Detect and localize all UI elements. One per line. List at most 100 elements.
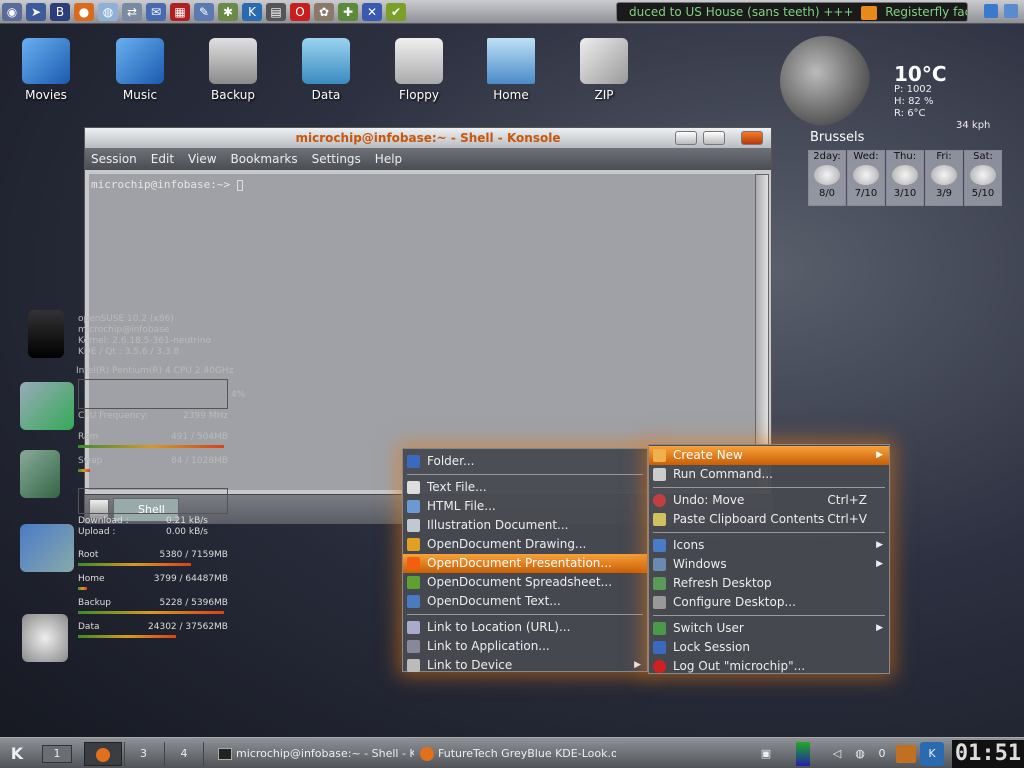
icons-item[interactable]: Icons ▶	[649, 536, 889, 555]
terminal-scrollbar[interactable]	[755, 174, 769, 490]
firefox-icon	[420, 747, 434, 761]
switch-user-item[interactable]: Switch User ▶	[649, 619, 889, 638]
refresh-desktop-item[interactable]: Refresh Desktop	[649, 574, 889, 593]
globe-icon[interactable]: ◍	[850, 742, 870, 766]
task-firefox[interactable]: FutureTech GreyBlue KDE-Look.or	[420, 742, 616, 766]
desktop-2-button[interactable]: 2	[84, 742, 122, 766]
close-button[interactable]	[741, 131, 763, 145]
create-folder-item[interactable]: Folder...	[403, 452, 647, 471]
weather-widget[interactable]: 10°C P: 1002 H: 82 % R: 6°C 34 kph Bruss…	[780, 30, 1002, 208]
menu-bookmarks[interactable]: Bookmarks	[231, 152, 298, 166]
create-link-location-item[interactable]: Link to Location (URL)...	[403, 618, 647, 637]
calendar-icon[interactable]: ▦	[170, 2, 190, 21]
konsole-menubar: Session Edit View Bookmarks Settings Hel…	[85, 148, 771, 170]
minimize-button[interactable]	[675, 131, 697, 145]
cursor	[236, 179, 243, 191]
create-text-document-item[interactable]: OpenDocument Text...	[403, 592, 647, 611]
disk-row: Backup 5228 / 5396MB	[78, 598, 228, 609]
menu-help[interactable]: Help	[375, 152, 402, 166]
menu-label: Log Out "microchip"...	[673, 659, 806, 673]
cloudy-icon	[780, 36, 870, 126]
run-command-item[interactable]: Run Command...	[649, 465, 889, 484]
menu-view[interactable]: View	[188, 152, 216, 166]
desktop-icon-movies[interactable]: Movies	[6, 38, 86, 102]
konqueror-icon[interactable]: ◉	[2, 2, 22, 21]
film-icon[interactable]: ▤	[266, 2, 286, 21]
menu-label: Windows	[673, 557, 727, 571]
weather-icon	[814, 165, 840, 185]
menu-edit[interactable]: Edit	[151, 152, 174, 166]
tray-app-icon[interactable]	[896, 745, 916, 763]
lock-icon[interactable]	[984, 4, 998, 18]
create-link-device-item[interactable]: Link to Device ▶	[403, 656, 647, 675]
gear-icon	[407, 640, 420, 653]
globe-icon[interactable]: ◍	[98, 2, 118, 21]
menu-label: OpenDocument Drawing...	[427, 537, 587, 551]
logout-item[interactable]: Log Out "microchip"...	[649, 657, 889, 676]
desktop-icon-backup[interactable]: Backup	[193, 38, 273, 102]
configure-desktop-item[interactable]: Configure Desktop...	[649, 593, 889, 612]
create-text-file-item[interactable]: Text File...	[403, 478, 647, 497]
window-titlebar[interactable]: microchip@infobase:~ - Shell - Konsole	[85, 128, 771, 148]
desktop-icon-music[interactable]: Music	[100, 38, 180, 102]
folder-icon	[116, 38, 164, 84]
create-link-application-item[interactable]: Link to Application...	[403, 637, 647, 656]
create-spreadsheet-item[interactable]: OpenDocument Spreadsheet...	[403, 573, 647, 592]
menu-settings[interactable]: Settings	[312, 152, 361, 166]
monitor-icon[interactable]: ▣	[756, 742, 776, 766]
paste-item[interactable]: Paste Clipboard Contents Ctrl+V	[649, 510, 889, 529]
task-label: FutureTech GreyBlue KDE-Look.or	[438, 747, 616, 760]
create-html-file-item[interactable]: HTML File...	[403, 497, 647, 516]
mail-icon[interactable]: ✉	[146, 2, 166, 21]
menu-shortcut: Ctrl+V	[827, 512, 867, 526]
logout-icon[interactable]	[1004, 4, 1018, 18]
settings-icon[interactable]: ✱	[218, 2, 238, 21]
desktop-4-button[interactable]: 4	[164, 742, 204, 766]
kde-update-icon[interactable]: K	[920, 742, 944, 766]
create-illustration-item[interactable]: Illustration Document...	[403, 516, 647, 535]
forecast-day: Sat: 5/10	[964, 150, 1002, 206]
create-new-item[interactable]: Create New ▶	[649, 446, 889, 465]
task-konsole[interactable]: microchip@infobase:~ - Shell - Kon	[218, 742, 414, 766]
spreadsheet-icon	[407, 576, 420, 589]
ram-bar	[78, 445, 224, 448]
menu-label: OpenDocument Spreadsheet...	[427, 575, 613, 589]
desktop-1-button[interactable]: 1	[42, 745, 72, 763]
update-icon[interactable]: ✔	[386, 2, 406, 21]
volume-icon[interactable]: ◁	[828, 742, 846, 766]
desktop-icon-home[interactable]: Home	[471, 38, 551, 102]
menu-label: Paste Clipboard Contents	[673, 512, 825, 526]
forecast-range: 3/9	[935, 188, 953, 199]
create-drawing-item[interactable]: OpenDocument Drawing...	[403, 535, 647, 554]
kde-label: KDE / Qt :	[78, 347, 122, 357]
kde-k-icon[interactable]: K	[242, 2, 262, 21]
gimp-icon[interactable]: ✿	[314, 2, 334, 21]
undo-move-item[interactable]: Undo: Move Ctrl+Z	[649, 491, 889, 510]
network-icon[interactable]: ⇄	[122, 2, 142, 21]
bold-icon[interactable]: B	[50, 2, 70, 21]
news-ticker[interactable]: duced to US House (sans teeth) +++ Regis…	[616, 2, 968, 22]
zip-disk-icon	[580, 38, 628, 84]
kde-menu-icon[interactable]: K	[4, 742, 30, 766]
menu-session[interactable]: Session	[91, 152, 137, 166]
firefox-icon[interactable]: ●	[74, 2, 94, 21]
opera-icon[interactable]: O	[290, 2, 310, 21]
desktop-icon-data[interactable]: Data	[286, 38, 366, 102]
kde-icon[interactable]: ➤	[26, 2, 46, 21]
create-presentation-item[interactable]: OpenDocument Presentation...	[403, 554, 647, 573]
cpu-percent: 4%	[231, 390, 246, 400]
ram-row: Ram 491 / 504MB	[78, 432, 228, 443]
tasks-icon[interactable]: ✕	[362, 2, 382, 21]
news-icon[interactable]: ✎	[194, 2, 214, 21]
desktop-icon-floppy[interactable]: Floppy	[379, 38, 459, 102]
tools-icon[interactable]: ✚	[338, 2, 358, 21]
maximize-button[interactable]	[703, 131, 725, 145]
lock-session-item[interactable]: Lock Session	[649, 638, 889, 657]
swap-value: 84 / 1028MB	[170, 456, 228, 466]
realfeel: R: 6°C	[894, 108, 926, 119]
clock[interactable]: 01:51	[952, 740, 1024, 768]
windows-item[interactable]: Windows ▶	[649, 555, 889, 574]
desktop-3-button[interactable]: 3	[124, 742, 162, 766]
desktop-icon-zip[interactable]: ZIP	[564, 38, 644, 102]
ram-label: Ram	[78, 432, 99, 442]
